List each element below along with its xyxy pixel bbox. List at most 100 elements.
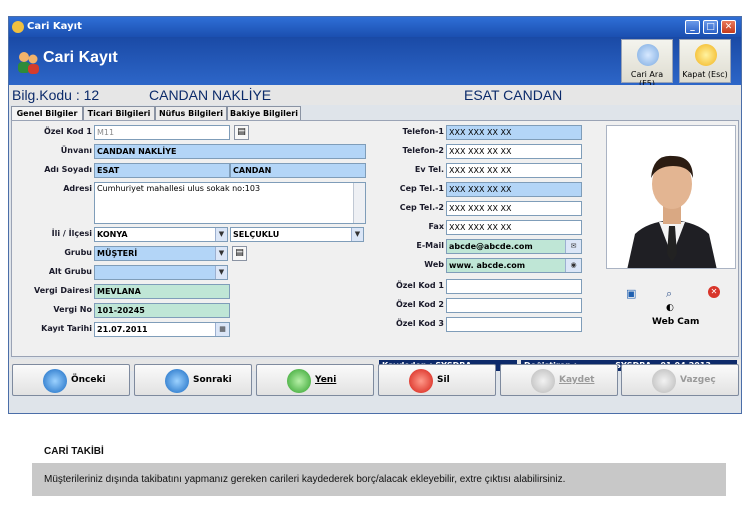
onceki-button[interactable]: Önceki (12, 364, 130, 396)
email-field[interactable]: abcde@abcde.com ✉ (446, 239, 582, 254)
il-value: KONYA (97, 230, 128, 239)
chevron-down-icon[interactable]: ▼ (215, 228, 227, 241)
ozel-kod3-label: Özel Kod 3 (395, 319, 444, 328)
grubu-label: Grubu (64, 248, 92, 257)
telefon1-field[interactable]: XXX XXX XX XX (446, 125, 582, 140)
yeni-label: Yeni (315, 375, 337, 385)
sonraki-button[interactable]: Sonraki (134, 364, 252, 396)
email-value: abcde@abcde.com (449, 242, 533, 251)
soyadi-field[interactable]: CANDAN (230, 163, 366, 178)
browse-photo-icon[interactable]: ⌕ (666, 287, 672, 301)
minus-icon (409, 369, 433, 393)
grubu-select[interactable]: MÜŞTERİ ▼ (94, 246, 228, 261)
tab-genel-bilgiler[interactable]: Genel Bilgiler (11, 106, 83, 121)
globe-icon[interactable]: ◉ (565, 259, 581, 272)
header-title: Cari Kayıt (43, 49, 118, 66)
fax-label: Fax (428, 222, 444, 231)
kapat-button[interactable]: Kapat (Esc) (679, 39, 731, 83)
arrow-left-icon (43, 369, 67, 393)
minimize-button[interactable]: _ (685, 20, 700, 34)
caption-description: Müşterileriniz dışında takibatını yapman… (32, 463, 726, 496)
cancel-icon (652, 369, 676, 393)
users-icon (18, 52, 39, 74)
tab-bakiye-bilgileri[interactable]: Bakiye Bilgileri (227, 106, 301, 120)
sonraki-label: Sonraki (193, 375, 232, 385)
ozel-kod1-right-label: Özel Kod 1 (395, 281, 444, 290)
cari-ara-button[interactable]: Cari Ara (F5) (621, 39, 673, 88)
ozel-kod3-field[interactable] (446, 317, 582, 332)
ozel-kod1-right-field[interactable] (446, 279, 582, 294)
customer-photo (606, 125, 736, 269)
calendar-icon[interactable]: ▦ (215, 323, 229, 336)
webcam-label[interactable]: Web Cam (652, 317, 699, 327)
telefon2-field[interactable]: XXX XXX XX XX (446, 144, 582, 159)
vazgec-label: Vazgeç (680, 375, 716, 385)
cep-tel2-field[interactable]: XXX XXX XX XX (446, 201, 582, 216)
sil-button[interactable]: Sil (378, 364, 496, 396)
arrow-right-icon (165, 369, 189, 393)
app-icon (12, 21, 24, 33)
web-field[interactable]: www. abcde.com ◉ (446, 258, 582, 273)
check-icon (531, 369, 555, 393)
kayit-tarihi-field[interactable]: 21.07.2011 ▦ (94, 322, 230, 337)
alt-grubu-label: Alt Grubu (48, 267, 92, 276)
mail-icon[interactable]: ✉ (565, 240, 581, 253)
web-label: Web (424, 260, 444, 269)
ozel-kod1-field[interactable]: M11 (94, 125, 230, 140)
vergi-no-field[interactable]: 101-20245 (94, 303, 230, 318)
save-photo-icon[interactable]: ▣ (626, 287, 636, 300)
maximize-button[interactable]: □ (703, 20, 718, 34)
note-icon[interactable]: ▤ (232, 246, 247, 261)
unvani-label: Ünvanı (60, 146, 92, 155)
adresi-label: Adresi (63, 184, 92, 193)
sil-label: Sil (437, 375, 450, 385)
il-ilce-label: İli / İlçesi (51, 229, 92, 238)
kaydet-button[interactable]: Kaydet (500, 364, 618, 396)
onceki-label: Önceki (71, 375, 106, 385)
caption-title: CARİ TAKİBİ (44, 446, 104, 457)
alt-grubu-select[interactable]: ▼ (94, 265, 228, 280)
plus-icon (287, 369, 311, 393)
title-bar: Cari Kayıt _ □ ✕ (9, 17, 741, 37)
cep-tel1-field[interactable]: XXX XXX XX XX (446, 182, 582, 197)
adresi-field[interactable]: Cumhuriyet mahallesi ulus sokak no:103 (94, 182, 366, 224)
delete-photo-icon[interactable]: ✕ (708, 286, 720, 298)
company-name: CANDAN NAKLİYE (149, 87, 272, 103)
web-value: www. abcde.com (449, 261, 526, 270)
window-title: Cari Kayıt (27, 21, 82, 32)
il-select[interactable]: KONYA ▼ (94, 227, 228, 242)
exit-icon (695, 44, 717, 66)
chevron-down-icon[interactable]: ▼ (215, 247, 227, 260)
adi-field[interactable]: ESAT (94, 163, 230, 178)
unvani-field[interactable]: CANDAN NAKLİYE (94, 144, 366, 159)
ilce-value: SELÇUKLU (233, 230, 280, 239)
kayit-tarihi-value: 21.07.2011 (97, 325, 148, 334)
tab-nufus-bilgileri[interactable]: Nüfus Bilgileri (155, 106, 227, 120)
yeni-button[interactable]: Yeni (256, 364, 374, 396)
fax-field[interactable]: XXX XXX XX XX (446, 220, 582, 235)
people-search-icon (637, 44, 659, 66)
vazgec-button[interactable]: Vazgeç (621, 364, 739, 396)
close-window-button[interactable]: ✕ (721, 20, 736, 34)
adresi-text: Cumhuriyet mahallesi ulus sokak no:103 (97, 184, 261, 193)
ozel-kod2-field[interactable] (446, 298, 582, 313)
info-bar: Bilg.Kodu : 12 CANDAN NAKLİYE ESAT CANDA… (9, 85, 741, 105)
cari-kayit-window: Cari Kayıt _ □ ✕ Cari Kayıt Cari Ara (F5… (8, 16, 742, 414)
cep-tel1-label: Cep Tel.-1 (399, 184, 444, 193)
webcam-icon[interactable]: ◐ (666, 303, 674, 313)
header-banner: Cari Kayıt Cari Ara (F5) Kapat (Esc) (9, 37, 741, 88)
vergi-dairesi-field[interactable]: MEVLANA (94, 284, 230, 299)
vergi-no-label: Vergi No (53, 305, 92, 314)
adi-soyadi-label: Adı Soyadı (44, 165, 92, 174)
email-label: E-Mail (416, 241, 444, 250)
kapat-label: Kapat (Esc) (682, 70, 728, 79)
note-icon[interactable]: ▤ (234, 125, 249, 140)
tab-ticari-bilgileri[interactable]: Ticari Bilgileri (83, 106, 155, 120)
ev-tel-label: Ev Tel. (414, 165, 444, 174)
kayit-tarihi-label: Kayıt Tarihi (41, 324, 92, 333)
cep-tel2-label: Cep Tel.-2 (399, 203, 444, 212)
ilce-select[interactable]: SELÇUKLU ▼ (230, 227, 364, 242)
chevron-down-icon[interactable]: ▼ (215, 266, 227, 279)
ozel-kod2-label: Özel Kod 2 (395, 300, 444, 309)
ev-tel-field[interactable]: XXX XXX XX XX (446, 163, 582, 178)
